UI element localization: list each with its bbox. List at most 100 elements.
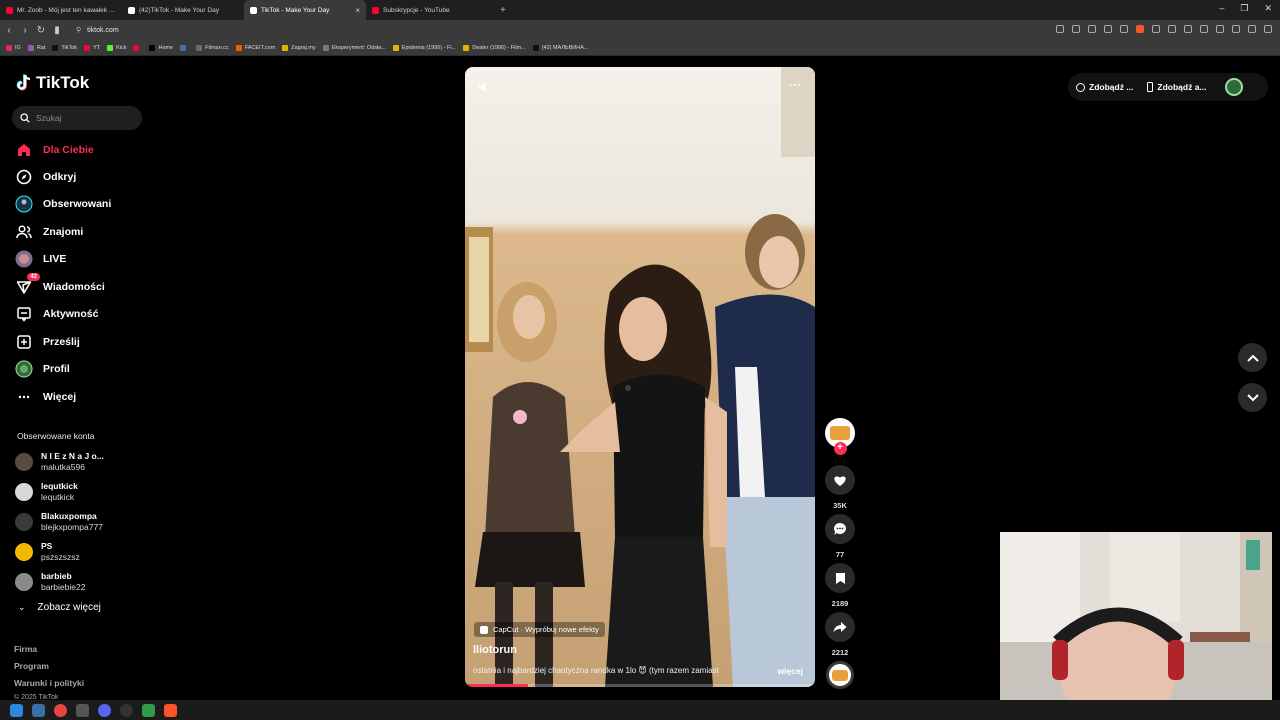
- save-button[interactable]: 2189: [825, 563, 855, 608]
- volume-icon[interactable]: [478, 80, 490, 98]
- reload-icon[interactable]: ↻: [34, 25, 48, 36]
- get-app-label: Zdobądź a...: [1157, 82, 1207, 92]
- browser-tab-active[interactable]: TikTok - Make Your Day ×: [244, 0, 366, 20]
- url-field[interactable]: ⚲ tiktok.com: [76, 26, 119, 35]
- browser-tab[interactable]: Subskrypcje - YouTube: [366, 0, 488, 20]
- extension-icon[interactable]: [1088, 25, 1096, 33]
- followed-account[interactable]: barbieb barbiebie22: [15, 571, 85, 593]
- nav-following[interactable]: Obserwowani: [15, 195, 111, 213]
- nav-messages[interactable]: 42 Wiadomości: [15, 273, 105, 296]
- extension-icon[interactable]: [1168, 25, 1176, 33]
- footer-link-program[interactable]: Program: [14, 661, 49, 671]
- extension-icon[interactable]: [1104, 25, 1112, 33]
- extension-icon[interactable]: [1120, 25, 1128, 33]
- effect-tag[interactable]: CapCut · Wypróbuj nowe efekty: [474, 622, 605, 637]
- extension-icon[interactable]: [1072, 25, 1080, 33]
- get-app-button[interactable]: Zdobądź a...: [1147, 82, 1207, 92]
- footer-link-terms[interactable]: Warunki i polityki: [14, 678, 84, 688]
- author-avatar-button[interactable]: +: [825, 418, 855, 455]
- tab-title: (42)TikTok - Make Your Day: [139, 6, 219, 14]
- back-icon[interactable]: ‹: [2, 25, 16, 36]
- bookmark-icon[interactable]: ▮: [50, 25, 64, 36]
- followed-account[interactable]: lequtkick lequtkick: [15, 481, 78, 503]
- nav-upload[interactable]: Prześlij: [15, 333, 80, 351]
- next-video-button[interactable]: [1238, 383, 1267, 412]
- browser-tab[interactable]: Mr. Zoob - Mój jest ten kawałek podłogi: [0, 0, 122, 20]
- see-more-button[interactable]: ⌄ Zobacz więcej: [18, 602, 101, 613]
- user-avatar[interactable]: [1224, 78, 1243, 96]
- sound-disc-button[interactable]: [825, 661, 855, 689]
- followed-account[interactable]: Blakuxpompa blejkxpompa777: [15, 511, 103, 533]
- bookmark-item[interactable]: [133, 44, 142, 51]
- forward-icon[interactable]: ›: [18, 25, 32, 36]
- bookmark-item[interactable]: IG: [6, 44, 21, 51]
- video-progress-bar[interactable]: [465, 684, 815, 687]
- see-more-description-button[interactable]: więcej: [777, 666, 803, 676]
- more-options-icon[interactable]: ···: [789, 78, 801, 92]
- share-button[interactable]: 2212: [825, 612, 855, 657]
- app-icon[interactable]: [32, 703, 45, 717]
- bookmark-item[interactable]: FACEIT.com: [235, 44, 275, 51]
- nav-activity[interactable]: Aktywność: [15, 305, 98, 323]
- obs-icon[interactable]: [120, 703, 133, 717]
- followed-account[interactable]: PS pszszszsz: [15, 541, 80, 563]
- like-button[interactable]: 35K: [825, 465, 855, 510]
- bookmark-item[interactable]: Rat: [27, 44, 46, 51]
- nav-explore[interactable]: Odkryj: [15, 168, 76, 186]
- extension-icon[interactable]: [1232, 25, 1240, 33]
- extension-icon[interactable]: [1136, 25, 1144, 33]
- menu-icon[interactable]: [1264, 25, 1272, 33]
- search-input[interactable]: [36, 113, 131, 123]
- video-author[interactable]: lliotorun: [473, 644, 517, 656]
- bookmark-favicon-icon: [235, 44, 242, 51]
- extension-icon[interactable]: [1216, 25, 1224, 33]
- extension-icon[interactable]: [1248, 25, 1256, 33]
- account-name: barbieb: [41, 571, 72, 581]
- extension-icon[interactable]: [1152, 25, 1160, 33]
- extension-icon[interactable]: [1184, 25, 1192, 33]
- bookmark-item[interactable]: Filman.cc: [196, 44, 229, 51]
- bookmark-item[interactable]: Kick: [107, 44, 126, 51]
- new-tab-icon[interactable]: +: [500, 5, 506, 16]
- chrome-icon[interactable]: [54, 703, 67, 717]
- app-icon[interactable]: [76, 703, 89, 717]
- extension-icon[interactable]: [1200, 25, 1208, 33]
- close-window-icon[interactable]: ✕: [1264, 3, 1272, 14]
- footer-link-company[interactable]: Firma: [14, 644, 37, 654]
- nav-profile[interactable]: Profil: [15, 360, 70, 378]
- followed-account[interactable]: N I E z N a J o... malutka596: [15, 451, 104, 473]
- comment-button[interactable]: 77: [825, 514, 855, 559]
- bookmark-item[interactable]: Dealer (1996) - Film...: [463, 44, 526, 51]
- bookmark-item[interactable]: [180, 44, 189, 51]
- previous-video-button[interactable]: [1238, 343, 1267, 372]
- bookmark-item[interactable]: Eksperyment: Odsła...: [322, 44, 386, 51]
- nav-friends[interactable]: Znajomi: [15, 223, 83, 241]
- bookmark-item[interactable]: TikTok: [52, 44, 77, 51]
- bookmark-item[interactable]: YT: [84, 44, 100, 51]
- bookmark-item[interactable]: Zagraj.my: [282, 44, 316, 51]
- bookmark-label: Rat: [36, 44, 46, 51]
- app-icon[interactable]: [142, 703, 155, 717]
- browser-tab[interactable]: (42)TikTok - Make Your Day: [122, 0, 244, 20]
- follow-plus-icon[interactable]: +: [833, 442, 847, 455]
- tiktok-logo[interactable]: TikTok: [16, 73, 89, 93]
- bookmark-item[interactable]: Home: [149, 44, 173, 51]
- brave-icon[interactable]: [164, 703, 177, 717]
- video-player[interactable]: ··· CapCut · Wypróbuj nowe efekty llioto…: [465, 67, 815, 687]
- nav-label: Profil: [43, 363, 70, 375]
- restore-icon[interactable]: ❐: [1240, 3, 1248, 14]
- nav-live[interactable]: LIVE: [15, 250, 66, 268]
- discord-icon[interactable]: [98, 703, 111, 717]
- bookmark-item[interactable]: Epidemia (1995) - Fi...: [392, 44, 456, 51]
- nav-more[interactable]: Więcej: [15, 388, 76, 406]
- extension-icon[interactable]: [1056, 25, 1064, 33]
- close-tab-icon[interactable]: ×: [355, 6, 360, 15]
- search-box[interactable]: [12, 106, 142, 130]
- windows-start-icon[interactable]: [10, 703, 23, 717]
- nav-for-you[interactable]: Dla Ciebie: [15, 141, 94, 159]
- bookmark-favicon-icon: [196, 44, 203, 51]
- site-info-icon[interactable]: ⚲: [76, 26, 81, 34]
- minimize-icon[interactable]: –: [1219, 3, 1224, 14]
- bookmark-item[interactable]: (42) МАЛЬВИНА...: [532, 44, 588, 51]
- get-coins-button[interactable]: Zdobądź ...: [1076, 82, 1133, 92]
